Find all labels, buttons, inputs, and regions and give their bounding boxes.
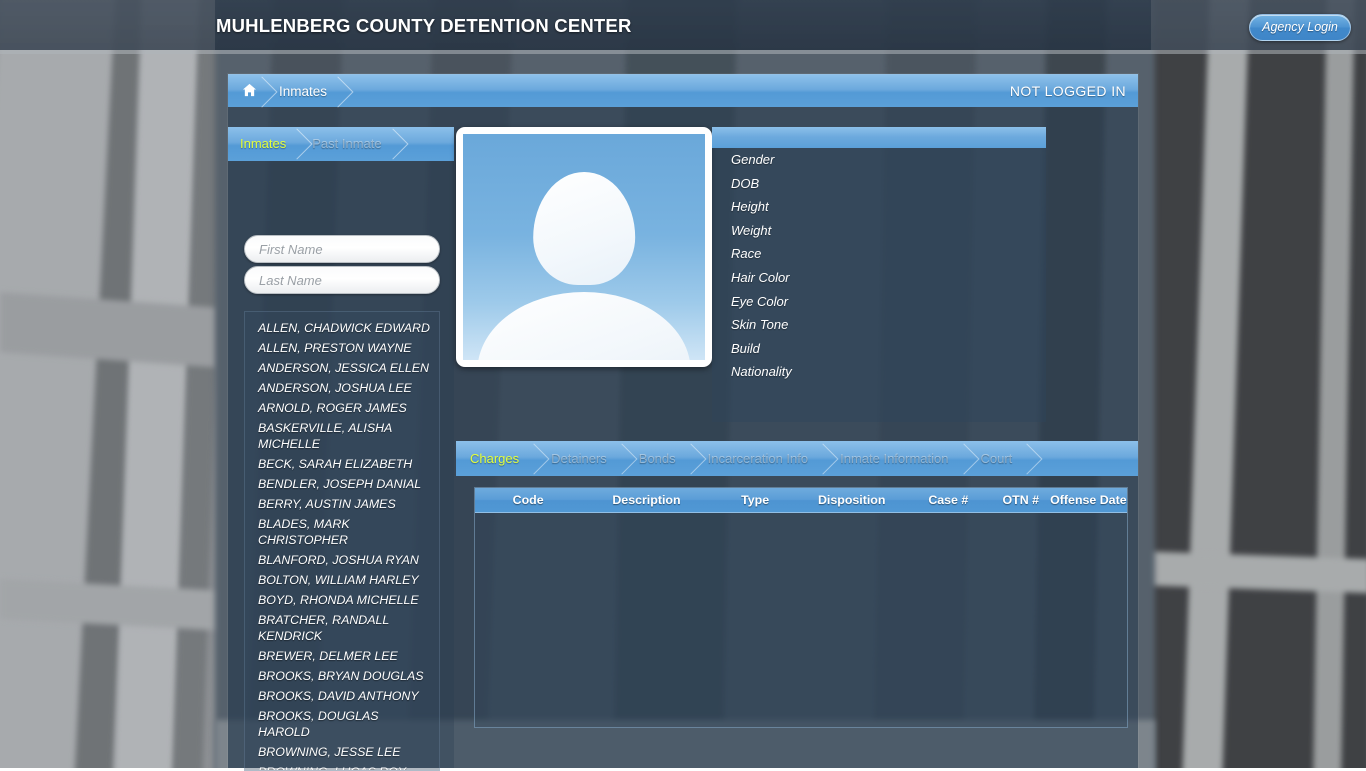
masthead: MUHLENBERG COUNTY DETENTION CENTER Agenc… <box>0 0 1366 50</box>
inmate-list-item[interactable]: ARNOLD, ROGER JAMES <box>245 398 439 418</box>
inmate-list-item[interactable]: BLADES, MARK CHRISTOPHER <box>245 514 439 550</box>
detail-panel: GenderDOBHeightWeightRaceHair ColorEye C… <box>712 148 1046 422</box>
inmate-list-item[interactable]: BECK, SARAH ELIZABETH <box>245 454 439 474</box>
sidebar: Inmates Past Inmate ALLEN, CHADWICK EDWA… <box>228 127 454 768</box>
charges-column-type[interactable]: Type <box>712 488 799 512</box>
record-tab-charges[interactable]: Charges <box>456 441 537 476</box>
agency-login-button[interactable]: Agency Login <box>1249 14 1351 41</box>
detail-panel-header <box>712 127 1046 148</box>
inmate-list-item[interactable]: BLANFORD, JOSHUA RYAN <box>245 550 439 570</box>
breadcrumb-home[interactable] <box>228 75 265 108</box>
detail-field-skin-tone: Skin Tone <box>712 313 1046 337</box>
inmate-list-item[interactable]: BROOKS, DAVID ANTHONY <box>245 686 439 706</box>
inmate-list-item[interactable]: BROWNING, JESSE LEE <box>245 742 439 762</box>
sidebar-tab-inmates[interactable]: Inmates <box>228 127 300 161</box>
detail-field-gender: Gender <box>712 148 1046 172</box>
charges-table: CodeDescriptionTypeDispositionCase #OTN … <box>474 487 1128 728</box>
last-name-input[interactable] <box>244 266 440 294</box>
detail-field-dob: DOB <box>712 172 1046 196</box>
inmate-list-item[interactable]: BREWER, DELMER LEE <box>245 646 439 666</box>
avatar-body <box>478 292 691 360</box>
inmate-list-item[interactable]: BROOKS, BRYAN DOUGLAS <box>245 666 439 686</box>
inmate-list-item[interactable]: ANDERSON, JESSICA ELLEN <box>245 358 439 378</box>
detail-field-hair-color: Hair Color <box>712 266 1046 290</box>
detail-field-height: Height <box>712 195 1046 219</box>
inmate-list-item[interactable]: BASKERVILLE, ALISHA MICHELLE <box>245 418 439 454</box>
masthead-left-edge <box>0 0 215 50</box>
avatar-head <box>533 172 635 285</box>
record-tab-inmate-information[interactable]: Inmate Information <box>826 441 966 476</box>
first-name-input[interactable] <box>244 235 440 263</box>
inmate-list-item[interactable]: BOYD, RHONDA MICHELLE <box>245 590 439 610</box>
detail-field-nationality: Nationality <box>712 360 1046 384</box>
charges-column-description[interactable]: Description <box>581 488 711 512</box>
inmate-list[interactable]: ALLEN, CHADWICK EDWARDALLEN, PRESTON WAY… <box>244 311 440 771</box>
inmate-list-item[interactable]: ALLEN, CHADWICK EDWARD <box>245 318 439 338</box>
page-container: Inmates NOT LOGGED IN Inmates Past Inmat… <box>228 74 1138 768</box>
sidebar-tabs: Inmates Past Inmate <box>228 127 454 161</box>
record-tab-court[interactable]: Court <box>967 441 1031 476</box>
charges-column-otn[interactable]: OTN # <box>992 488 1050 512</box>
home-icon <box>242 76 257 109</box>
detail-field-weight: Weight <box>712 219 1046 243</box>
inmate-list-item[interactable]: ANDERSON, JOSHUA LEE <box>245 378 439 398</box>
record-tab-bonds[interactable]: Bonds <box>625 441 694 476</box>
record-tabs: ChargesDetainersBondsIncarceration InfoI… <box>456 441 1138 476</box>
inmate-list-item[interactable]: BENDLER, JOSEPH DANIAL <box>245 474 439 494</box>
inmate-list-item[interactable]: BOLTON, WILLIAM HARLEY <box>245 570 439 590</box>
record-tab-detainers[interactable]: Detainers <box>537 441 625 476</box>
login-status: NOT LOGGED IN <box>1010 75 1126 108</box>
charges-column-disposition[interactable]: Disposition <box>799 488 905 512</box>
sidebar-tab-past-inmate[interactable]: Past Inmate <box>300 127 395 161</box>
charges-column-case[interactable]: Case # <box>905 488 992 512</box>
detail-field-eye-color: Eye Color <box>712 290 1046 314</box>
mugshot-frame <box>456 127 712 367</box>
inmate-list-item[interactable]: BERRY, AUSTIN JAMES <box>245 494 439 514</box>
inmate-list-item[interactable]: ALLEN, PRESTON WAYNE <box>245 338 439 358</box>
charges-table-header: CodeDescriptionTypeDispositionCase #OTN … <box>475 488 1127 513</box>
page-title: MUHLENBERG COUNTY DETENTION CENTER <box>216 15 632 37</box>
charges-table-body <box>475 513 1127 728</box>
record-tab-incarceration-info[interactable]: Incarceration Info <box>694 441 826 476</box>
masthead-divider <box>0 50 1366 54</box>
detail-field-race: Race <box>712 242 1046 266</box>
detail-field-build: Build <box>712 337 1046 361</box>
inmate-list-item[interactable]: BROOKS, DOUGLAS HAROLD <box>245 706 439 742</box>
breadcrumb-item-inmates[interactable]: Inmates <box>265 75 341 108</box>
charges-column-offense-date[interactable]: Offense Date <box>1050 488 1127 512</box>
person-placeholder-icon <box>463 134 705 360</box>
charges-column-code[interactable]: Code <box>475 488 581 512</box>
inmate-list-item[interactable]: BROWNING, LUCAS ROY <box>245 762 439 771</box>
breadcrumb: Inmates NOT LOGGED IN <box>228 74 1138 107</box>
inmate-list-item[interactable]: BRATCHER, RANDALL KENDRICK <box>245 610 439 646</box>
